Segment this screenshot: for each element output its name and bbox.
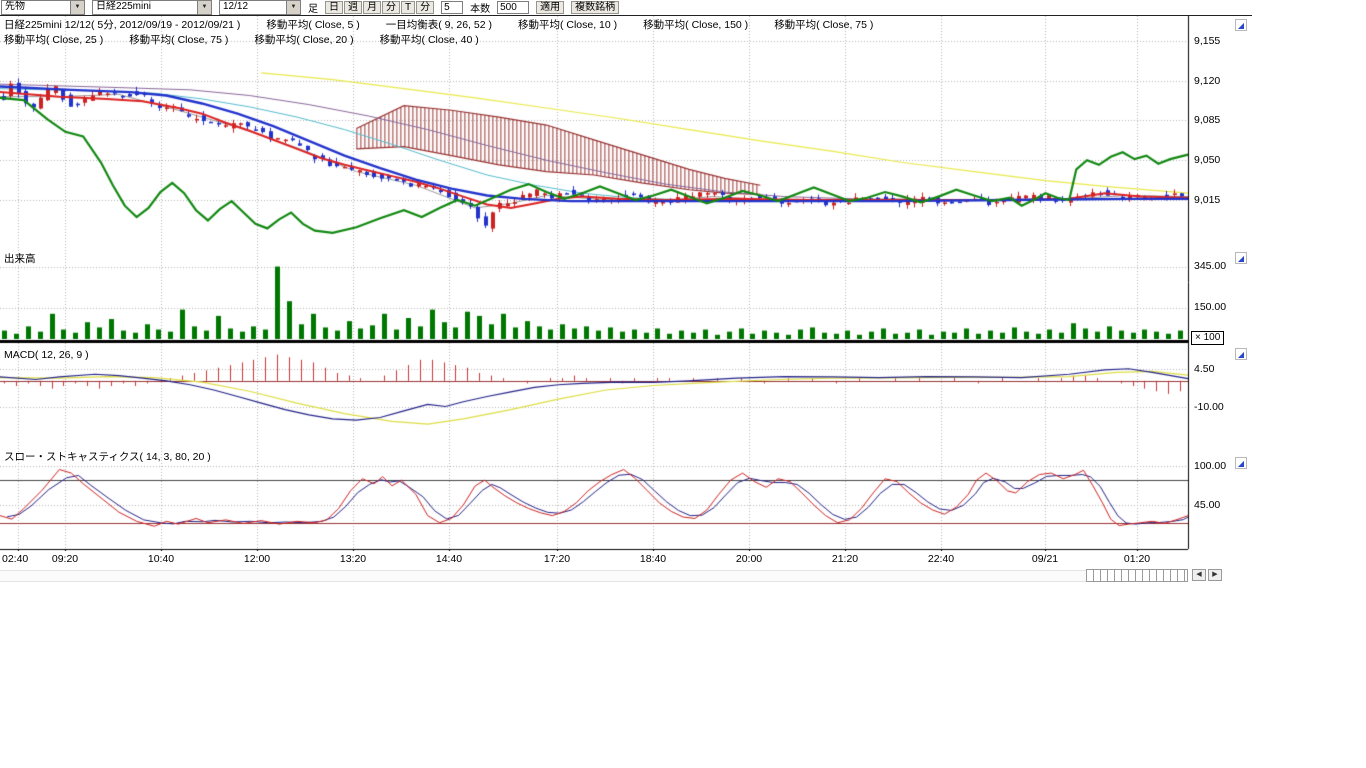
period-minute-button[interactable]: 分 [382,1,400,14]
symbol-select[interactable]: 日経225mini ▼ [92,0,212,15]
bars-count-input[interactable] [497,1,529,14]
chart-area: 日経225mini 12/12( 5分, 2012/09/19 - 2012/0… [0,15,1252,566]
volume-pane-scroll-button[interactable]: ◢ [1235,252,1247,264]
period-tick-button[interactable]: T [401,1,415,14]
symbol-select-value: 日経225mini [93,1,197,14]
time-axis-label: 09:20 [41,553,89,565]
legend-item-ma150: 移動平均( Close, 150 ) [643,17,748,32]
period-button-group: 日 週 月 分 T 分 [325,1,434,14]
time-axis-label: 10:40 [137,553,185,565]
contract-select-value: 12/12 [220,1,286,14]
time-axis-label: 01:20 [1113,553,1161,565]
legend-item-ma40: 移動平均( Close, 40 ) [380,32,479,47]
time-axis-label: 13:20 [329,553,377,565]
macd-axis-tick: -10.00 [1194,401,1224,413]
horizontal-scrollbar: ◀ ▶ [0,568,1250,581]
time-axis-label: 21:20 [821,553,869,565]
legend-item-ma75b: 移動平均( Close, 75 ) [129,32,228,47]
chart-app-window: 先物 ▼ 日経225mini ▼ 12/12 ▼ 足 日 週 月 分 T 分 本… [0,0,1366,768]
chart-canvas[interactable] [0,16,1250,551]
volume-axis-tick: 345.00 [1194,260,1226,272]
price-axis-tick: 9,015 [1194,194,1220,206]
volume-multiplier-badge: × 100 [1191,331,1224,345]
stoch-pane-scroll-button[interactable]: ◢ [1235,457,1247,469]
dropdown-arrow-icon[interactable]: ▼ [286,1,300,14]
market-select-value: 先物 [2,1,70,14]
market-select[interactable]: 先物 ▼ [1,0,85,15]
time-axis-label: 09/21 [1021,553,1069,565]
legend-item-symbol-period: 日経225mini 12/12( 5分, 2012/09/19 - 2012/0… [4,17,240,32]
price-pane-scroll-button[interactable]: ◢ [1235,19,1247,31]
time-axis-label: 17:20 [533,553,581,565]
legend-item-ma10: 移動平均( Close, 10 ) [518,17,617,32]
stoch-axis-tick: 100.00 [1194,460,1226,472]
volume-pane-label: 出来高 [4,251,36,266]
bars-count-label: 本数 [470,0,490,15]
stoch-axis-tick: 45.00 [1194,499,1220,511]
time-axis-label: 20:00 [725,553,773,565]
time-axis-label: 14:40 [425,553,473,565]
apply-button[interactable]: 適用 [536,1,564,14]
stochastics-pane-label: スロー・ストキャスティクス( 14, 3, 80, 20 ) [4,449,211,464]
bar-type-label: 足 [308,0,318,15]
period-week-button[interactable]: 週 [344,1,362,14]
legend-item-ma5: 移動平均( Close, 5 ) [266,17,359,32]
legend-item-ma25: 移動平均( Close, 25 ) [4,32,103,47]
price-axis-tick: 9,085 [1194,114,1220,126]
contract-select[interactable]: 12/12 ▼ [219,0,301,15]
time-axis-label: 18:40 [629,553,677,565]
volume-axis-tick: 150.00 [1194,301,1226,313]
scrollbar-thumb[interactable] [1086,569,1188,582]
period-minute2-button[interactable]: 分 [416,1,434,14]
macd-axis-tick: 4.50 [1194,363,1214,375]
main-toolbar: 先物 ▼ 日経225mini ▼ 12/12 ▼ 足 日 週 月 分 T 分 本… [0,0,619,15]
dropdown-arrow-icon[interactable]: ▼ [197,1,211,14]
macd-pane-scroll-button[interactable]: ◢ [1235,348,1247,360]
multi-symbol-button[interactable]: 複数銘柄 [571,1,619,14]
interval-input[interactable] [441,1,463,14]
legend-row-2: 移動平均( Close, 25 ) 移動平均( Close, 75 ) 移動平均… [4,32,479,47]
time-axis-label: 22:40 [917,553,965,565]
legend-item-ma20: 移動平均( Close, 20 ) [254,32,353,47]
period-day-button[interactable]: 日 [325,1,343,14]
period-month-button[interactable]: 月 [363,1,381,14]
legend-item-ma75: 移動平均( Close, 75 ) [774,17,873,32]
scrollbar-track[interactable] [0,570,1188,582]
price-axis-tick: 9,050 [1194,154,1220,166]
legend-item-ichimoku: 一目均衡表( 9, 26, 52 ) [386,17,492,32]
time-axis-label: 12:00 [233,553,281,565]
price-axis-tick: 9,120 [1194,75,1220,87]
macd-pane-label: MACD( 12, 26, 9 ) [4,349,89,361]
price-axis-tick: 9,155 [1194,35,1220,47]
scroll-left-button[interactable]: ◀ [1192,569,1206,581]
dropdown-arrow-icon[interactable]: ▼ [70,1,84,14]
legend-row-1: 日経225mini 12/12( 5分, 2012/09/19 - 2012/0… [4,17,873,32]
scroll-right-button[interactable]: ▶ [1208,569,1222,581]
